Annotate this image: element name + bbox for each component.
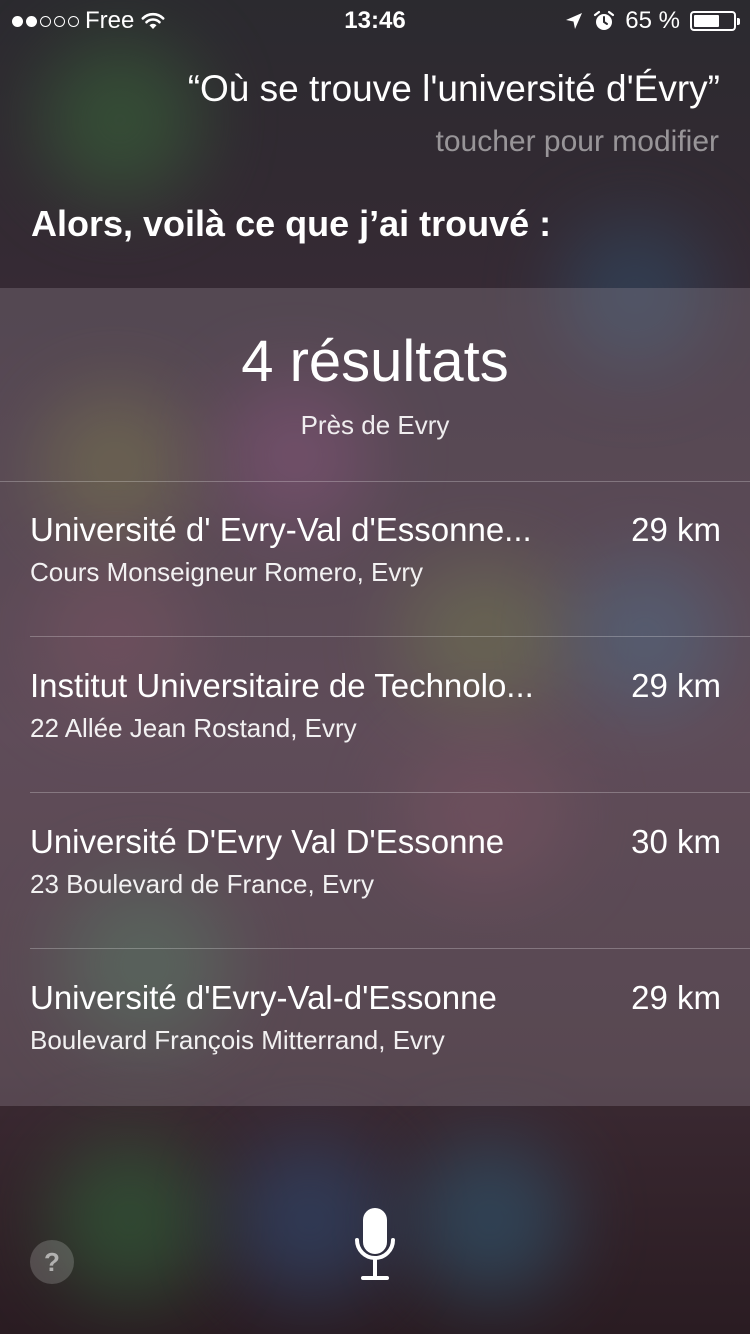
alarm-icon	[594, 10, 615, 30]
result-name: Institut Universitaire de Technolo...	[30, 667, 534, 704]
result-address: 23 Boulevard de France, Evry	[30, 869, 374, 899]
result-row[interactable]: Université d'Evry-Val-d'Essonne Boulevar…	[0, 949, 750, 1105]
result-row[interactable]: Institut Universitaire de Technolo... 22…	[0, 637, 750, 793]
status-bar: Free 13:46 65 %	[0, 0, 750, 40]
result-distance: 29 km	[631, 511, 721, 548]
result-row[interactable]: Université d' Evry-Val d'Essonne... Cour…	[0, 481, 750, 637]
result-address: Cours Monseigneur Romero, Evry	[30, 557, 424, 587]
location-arrow-icon	[566, 13, 583, 29]
siri-query[interactable]: “Où se trouve l'université d'Évry”	[188, 68, 720, 110]
siri-reply: Alors, voilà ce que j’ai trouvé :	[31, 203, 552, 244]
result-distance: 29 km	[631, 979, 721, 1016]
result-name: Université D'Evry Val D'Essonne	[30, 823, 505, 860]
result-distance: 30 km	[631, 823, 721, 860]
result-address: 22 Allée Jean Rostand, Evry	[30, 713, 357, 743]
result-name: Université d'Evry-Val-d'Essonne	[30, 979, 497, 1016]
result-distance: 29 km	[631, 667, 721, 704]
result-row[interactable]: Université D'Evry Val D'Essonne 23 Boule…	[0, 793, 750, 949]
results-count: 4 résultats	[241, 329, 509, 394]
status-right-group: 65 %	[565, 7, 740, 35]
results-location: Près de Evry	[300, 410, 450, 440]
results-card: 4 résultats Près de Evry Université d' E…	[0, 288, 750, 1106]
battery-icon	[690, 11, 740, 31]
result-name: Université d' Evry-Val d'Essonne...	[30, 511, 532, 548]
battery-percent: 65 %	[625, 7, 680, 34]
edit-hint[interactable]: toucher pour modifier	[436, 125, 719, 159]
microphone-icon[interactable]	[353, 1206, 397, 1282]
help-button[interactable]: ?	[30, 1240, 74, 1284]
result-address: Boulevard François Mitterrand, Evry	[30, 1025, 445, 1055]
